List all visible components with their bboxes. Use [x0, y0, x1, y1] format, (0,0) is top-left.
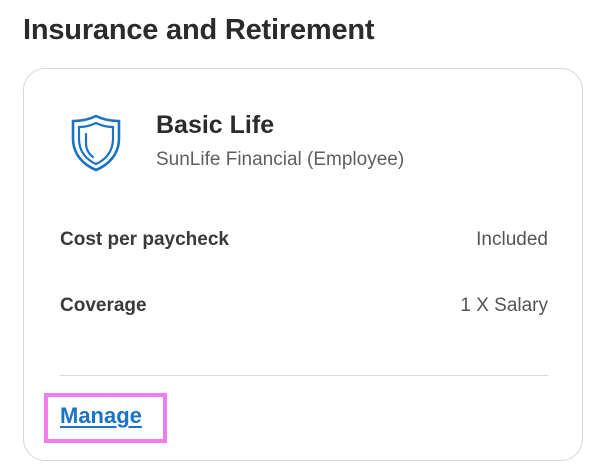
detail-row-coverage: Coverage 1 X Salary — [60, 295, 548, 317]
detail-label: Coverage — [60, 295, 147, 316]
benefit-card: Basic Life SunLife Financial (Employee) … — [23, 68, 583, 461]
detail-row-cost: Cost per paycheck Included — [60, 229, 548, 251]
detail-label: Cost per paycheck — [60, 229, 229, 250]
divider — [60, 375, 548, 376]
manage-link[interactable]: Manage — [60, 403, 142, 429]
detail-value: Included — [476, 229, 548, 250]
section-title: Insurance and Retirement — [23, 14, 375, 46]
plan-provider: SunLife Financial (Employee) — [156, 149, 405, 170]
shield-icon — [70, 113, 122, 173]
detail-value: 1 X Salary — [460, 295, 548, 316]
plan-name: Basic Life — [156, 111, 275, 139]
